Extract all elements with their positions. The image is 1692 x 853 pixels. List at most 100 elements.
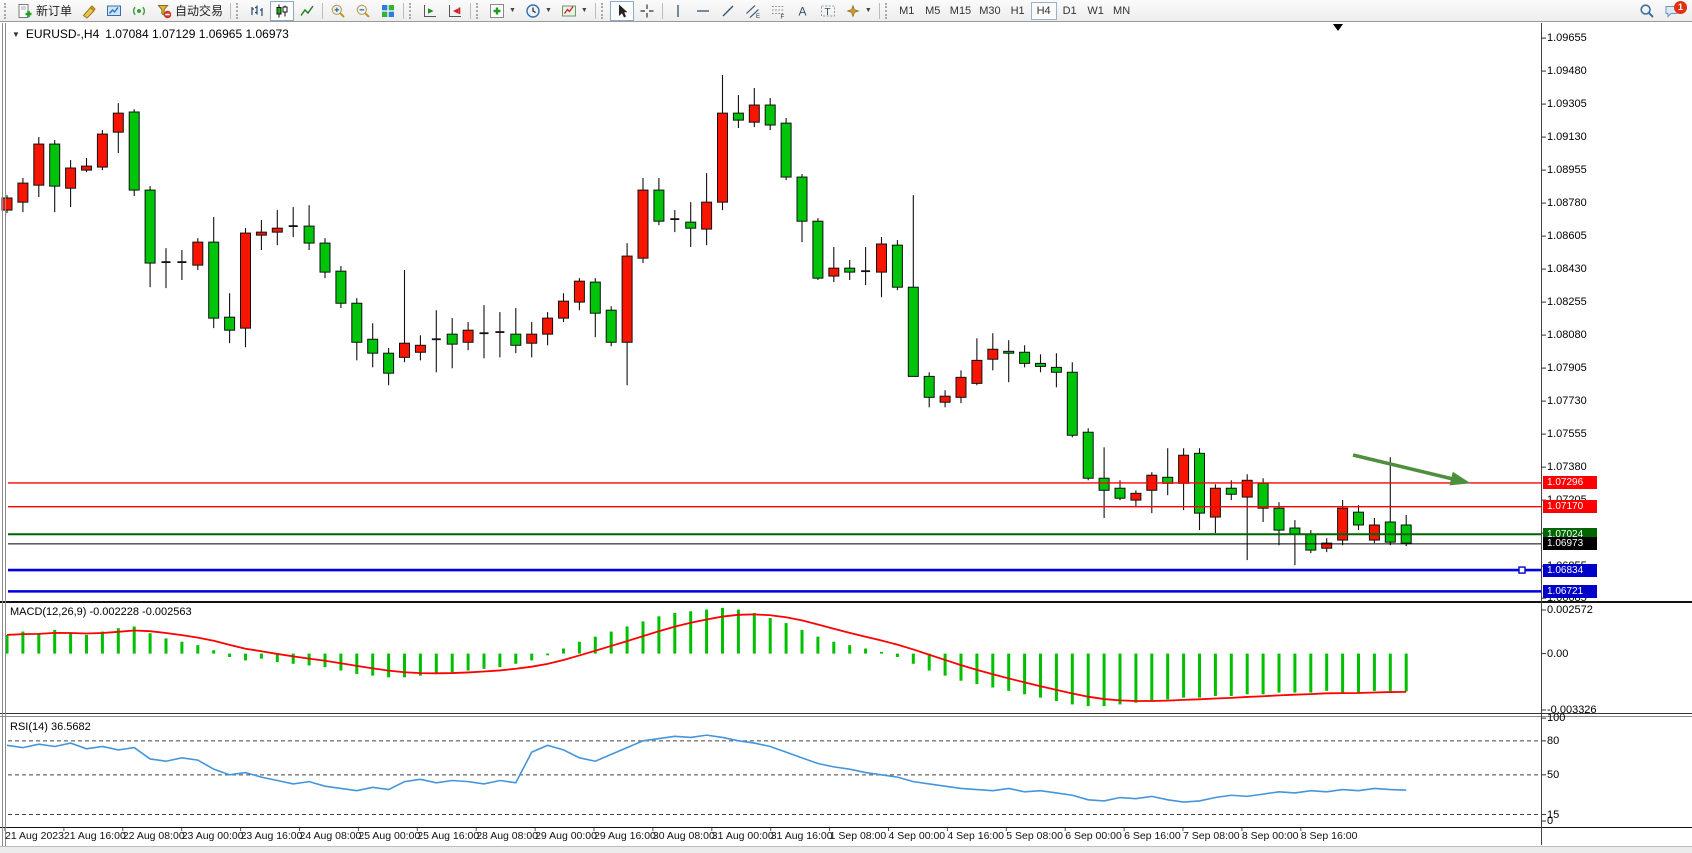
horizontal-line-button[interactable] <box>691 1 715 21</box>
auto-scroll-icon <box>422 3 438 19</box>
toolbar-separator <box>403 3 404 19</box>
trendline-icon <box>720 3 736 19</box>
bar-chart-icon <box>249 3 265 19</box>
chevron-down-icon: ▼ <box>865 7 872 14</box>
mt4-window: 新订单 自动交易 <box>0 0 1692 853</box>
time-tick-label: 31 Aug 00:00 <box>712 830 774 842</box>
rsi-axis-label: 100 <box>1547 712 1565 724</box>
auto-scroll-button[interactable] <box>418 1 442 21</box>
arrows-button[interactable]: ▼ <box>841 1 876 21</box>
timeframe-button-mn[interactable]: MN <box>1109 2 1135 20</box>
price-tick-label: 1.09480 <box>1547 65 1587 77</box>
chart-area: ▼ EURUSD-,H4 1.07084 1.07129 1.06965 1.0… <box>0 22 1692 853</box>
toolbar-grip[interactable] <box>409 3 415 19</box>
templates-button[interactable]: ▼ <box>557 1 592 21</box>
toolbar-grip[interactable] <box>601 3 607 19</box>
price-tick-label: 1.07555 <box>1547 428 1587 440</box>
price-tick-label: 1.09305 <box>1547 98 1587 110</box>
auto-trading-button[interactable]: 自动交易 <box>152 1 227 21</box>
price-badge: 1.06973 <box>1543 537 1597 550</box>
timeframe-bar: M1M5M15M30H1H4D1W1MN <box>894 2 1135 20</box>
timeframe-button-d1[interactable]: D1 <box>1057 2 1083 20</box>
tile-windows-button[interactable] <box>376 1 400 21</box>
scroll-marker <box>1333 24 1343 31</box>
price-tick-label: 1.09130 <box>1547 131 1587 143</box>
zoom-in-button[interactable] <box>326 1 350 21</box>
crayon-icon <box>81 3 97 19</box>
price-tick-label: 1.07730 <box>1547 395 1587 407</box>
toolbar-grip[interactable] <box>885 3 891 19</box>
trendline-button[interactable] <box>716 1 740 21</box>
status-strip <box>0 846 1692 853</box>
time-tick-label: 22 Aug 08:00 <box>123 830 185 842</box>
tile-windows-icon <box>380 3 396 19</box>
arrows-icon <box>845 3 861 19</box>
signal-button[interactable] <box>127 1 151 21</box>
timeframe-button-w1[interactable]: W1 <box>1083 2 1109 20</box>
price-tick-label: 1.09655 <box>1547 32 1587 44</box>
publish-chart-button[interactable] <box>102 1 126 21</box>
crayon-button[interactable] <box>77 1 101 21</box>
time-tick-label: 31 Aug 16:00 <box>771 830 833 842</box>
toolbar-grip[interactable] <box>476 3 482 19</box>
toolbar-grip[interactable] <box>236 3 242 19</box>
price-tick-label: 1.07380 <box>1547 461 1587 473</box>
chart-canvas[interactable] <box>0 22 1692 853</box>
rsi-label: RSI(14) 36.5682 <box>10 721 91 733</box>
time-tick-label: 8 Sep 16:00 <box>1301 830 1358 842</box>
time-tick-label: 29 Aug 00:00 <box>535 830 597 842</box>
text-label-button[interactable]: T <box>816 1 840 21</box>
candlestick-chart-icon <box>274 3 290 19</box>
rsi-axis-label: 50 <box>1547 769 1559 781</box>
text-icon: A <box>795 3 811 19</box>
chevron-down-icon: ▼ <box>581 7 588 14</box>
fibonacci-icon: F <box>770 3 786 19</box>
price-badge: 1.06834 <box>1543 564 1597 577</box>
fibonacci-button[interactable]: F <box>766 1 790 21</box>
time-tick-label: 6 Sep 00:00 <box>1065 830 1122 842</box>
hline-handle <box>1519 567 1525 573</box>
signal-icon <box>131 3 147 19</box>
timeframe-button-m15[interactable]: M15 <box>946 2 975 20</box>
collapse-icon[interactable]: ▼ <box>12 30 20 39</box>
macd-label: MACD(12,26,9) -0.002228 -0.002563 <box>10 606 192 618</box>
time-tick-label: 25 Aug 00:00 <box>358 830 420 842</box>
crosshair-button[interactable] <box>635 1 659 21</box>
toolbar-separator <box>879 3 880 19</box>
candlestick-mode-button[interactable] <box>270 1 294 21</box>
timeframe-button-m30[interactable]: M30 <box>975 2 1004 20</box>
notifications-button[interactable]: 1 <box>1660 1 1684 21</box>
vertical-line-button[interactable] <box>666 1 690 21</box>
toolbar-separator <box>595 3 596 19</box>
timeframe-button-m1[interactable]: M1 <box>894 2 920 20</box>
cursor-button[interactable] <box>610 1 634 21</box>
arrow-annotation[interactable] <box>1353 455 1471 485</box>
zoom-out-button[interactable] <box>351 1 375 21</box>
chart-shift-button[interactable] <box>443 1 467 21</box>
price-tick-label: 1.08955 <box>1547 164 1587 176</box>
svg-text:F: F <box>780 14 784 19</box>
channel-icon: E <box>745 3 761 19</box>
periods-button[interactable]: ▼ <box>521 1 556 21</box>
price-badge: 1.07170 <box>1543 500 1597 513</box>
timeframe-button-h4[interactable]: H4 <box>1031 2 1057 20</box>
channel-button[interactable]: E <box>741 1 765 21</box>
bar-chart-mode-button[interactable] <box>245 1 269 21</box>
horizontal-line-icon <box>695 3 711 19</box>
toolbar-grip[interactable] <box>4 3 10 19</box>
indicators-button[interactable]: ▼ <box>485 1 520 21</box>
price-tick-label: 1.08255 <box>1547 296 1587 308</box>
new-order-button[interactable]: 新订单 <box>13 1 76 21</box>
time-tick-label: 23 Aug 00:00 <box>182 830 244 842</box>
search-button[interactable] <box>1635 1 1659 21</box>
text-button[interactable]: A <box>791 1 815 21</box>
ohlc-values: 1.07084 1.07129 1.06965 1.06973 <box>105 27 289 41</box>
timeframe-button-h1[interactable]: H1 <box>1005 2 1031 20</box>
line-chart-mode-button[interactable] <box>295 1 319 21</box>
publish-chart-icon <box>106 3 122 19</box>
text-label-icon: T <box>820 3 836 19</box>
search-icon <box>1639 3 1655 19</box>
time-tick-label: 24 Aug 08:00 <box>300 830 362 842</box>
candles-layer <box>2 75 1411 565</box>
timeframe-button-m5[interactable]: M5 <box>920 2 946 20</box>
